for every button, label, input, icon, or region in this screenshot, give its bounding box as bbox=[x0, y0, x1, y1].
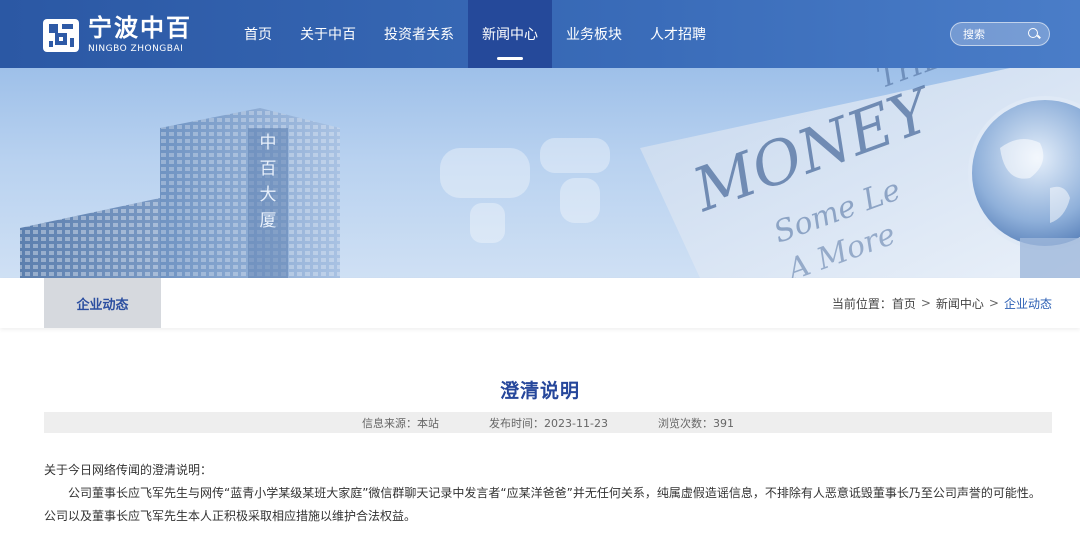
breadcrumb-home[interactable]: 首页 bbox=[892, 295, 916, 312]
article-paragraph: 公司董事长应飞军先生与网传“蓝青小学某级某班大家庭”微信群聊天记录中发言者“应某… bbox=[44, 486, 1041, 523]
search-input[interactable] bbox=[963, 27, 1027, 41]
breadcrumb: 当前位置： 首页 > 新闻中心 > 企业动态 bbox=[832, 278, 1052, 328]
main-nav: 首页 关于中百 投资者关系 新闻中心 业务板块 人才招聘 bbox=[230, 0, 720, 68]
site-logo[interactable]: 宁波中百 NINGBO ZHONGBAI bbox=[42, 14, 192, 56]
building-sign-char: 大 bbox=[260, 185, 277, 205]
breadcrumb-separator: > bbox=[988, 296, 999, 310]
breadcrumb-news-center[interactable]: 新闻中心 bbox=[936, 295, 984, 312]
banner-illustration: 中 百 大 厦 MONEY THE Some Le A More bbox=[20, 68, 1080, 278]
tab-company-news[interactable]: 企业动态 bbox=[44, 278, 161, 328]
nav-investor-relations[interactable]: 投资者关系 bbox=[370, 0, 468, 68]
building-sign-char: 中 bbox=[260, 133, 277, 153]
breadcrumb-current[interactable]: 企业动态 bbox=[1004, 295, 1052, 312]
logo-name-cn: 宁波中百 bbox=[88, 14, 192, 42]
logo-name-en: NINGBO ZHONGBAI bbox=[88, 44, 184, 54]
article-view-count: 浏览次数：391 bbox=[657, 416, 734, 430]
search-box bbox=[950, 22, 1050, 46]
building-sign-char: 百 bbox=[260, 159, 277, 179]
logo-mark-icon bbox=[42, 16, 80, 54]
article-title: 澄清说明 bbox=[499, 380, 580, 402]
site-header: 宁波中百 NINGBO ZHONGBAI 首页 关于中百 投资者关系 新闻中心 … bbox=[0, 0, 1080, 68]
hero-banner: 中 百 大 厦 MONEY THE Some Le A More bbox=[0, 68, 1080, 278]
article-paragraph: 关于今日网络传闻的澄清说明： bbox=[44, 463, 213, 477]
nav-about[interactable]: 关于中百 bbox=[286, 0, 370, 68]
article-meta: 信息来源：本站 发布时间：2023-11-23 浏览次数：391 bbox=[44, 412, 1052, 433]
search-icon[interactable] bbox=[1027, 27, 1041, 41]
breadcrumb-separator: > bbox=[920, 296, 931, 310]
article-body: 关于今日网络传闻的澄清说明： 公司董事长应飞军先生与网传“蓝青小学某级某班大家庭… bbox=[44, 459, 1052, 528]
building-sign-char: 厦 bbox=[260, 211, 277, 231]
nav-careers[interactable]: 人才招聘 bbox=[636, 0, 720, 68]
article-publish-date: 发布时间：2023-11-23 bbox=[489, 416, 608, 430]
nav-business[interactable]: 业务板块 bbox=[552, 0, 636, 68]
breadcrumb-prefix: 当前位置： bbox=[831, 296, 892, 311]
sub-navigation-bar: 企业动态 当前位置： 首页 > 新闻中心 > 企业动态 bbox=[0, 278, 1080, 328]
nav-home[interactable]: 首页 bbox=[230, 0, 286, 68]
nav-news-center[interactable]: 新闻中心 bbox=[468, 0, 552, 68]
article-source: 信息来源：本站 bbox=[362, 416, 440, 430]
